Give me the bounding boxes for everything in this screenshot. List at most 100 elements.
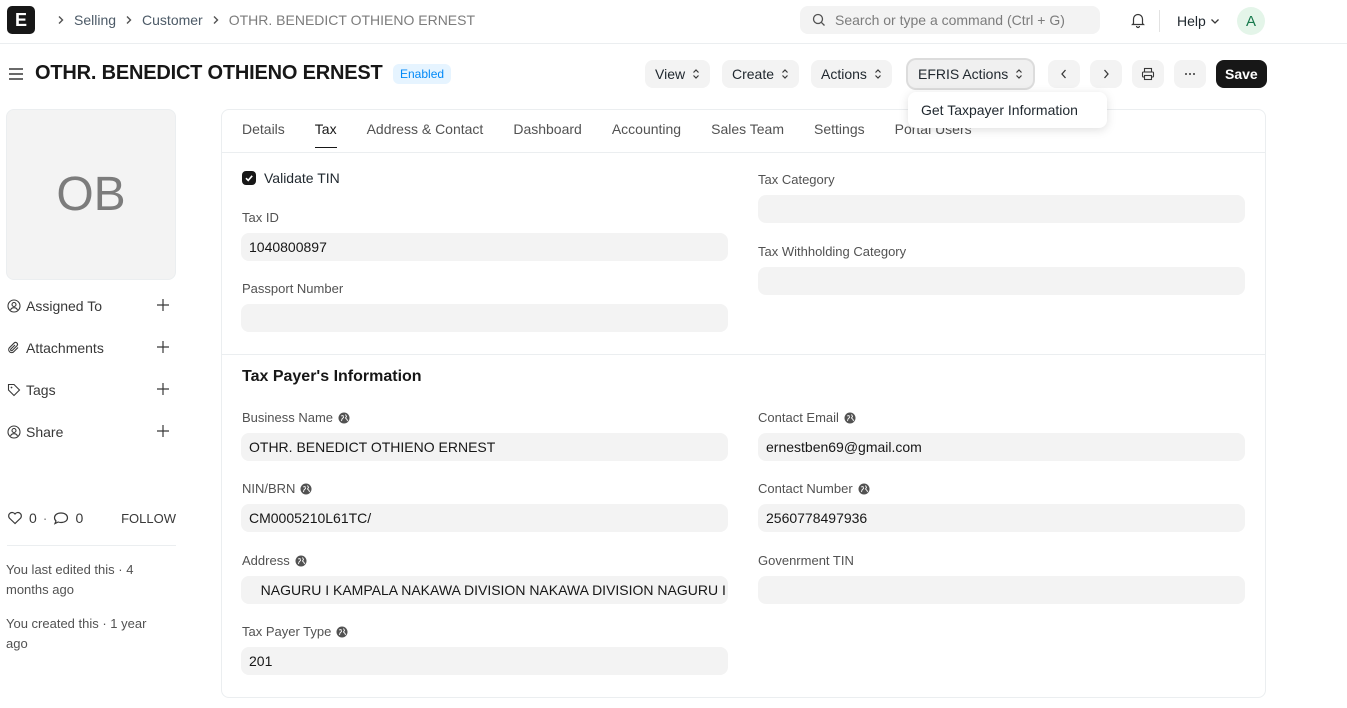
page-title: OTHR. BENEDICT OTHIENO ERNEST xyxy=(35,62,383,84)
separator-dot: · xyxy=(42,510,48,526)
plus-icon[interactable] xyxy=(156,340,170,354)
breadcrumb-current[interactable]: OTHR. BENEDICT OTHIENO ERNEST xyxy=(229,12,475,28)
business-name-field[interactable]: OTHR. BENEDICT OTHIENO ERNEST xyxy=(241,433,728,461)
business-name-label: Business Name xyxy=(242,410,350,425)
sidebar-item-label: Share xyxy=(26,424,64,440)
plus-icon[interactable] xyxy=(156,382,170,396)
chevron-right-icon xyxy=(124,15,134,25)
view-button[interactable]: View xyxy=(645,60,711,88)
sidebar-item-share[interactable]: Share xyxy=(7,422,176,442)
create-label: Create xyxy=(732,66,775,82)
government-tin-field[interactable] xyxy=(758,576,1245,604)
contact-number-label-text: Contact Number xyxy=(758,481,853,496)
check-icon xyxy=(245,175,253,182)
chevron-right-icon xyxy=(56,15,66,25)
view-label: View xyxy=(655,66,686,82)
actions-button[interactable]: Actions xyxy=(811,60,892,88)
tab-accounting[interactable]: Accounting xyxy=(612,121,681,147)
tab-dashboard[interactable]: Dashboard xyxy=(513,121,582,147)
form-tabs: Details Tax Address & Contact Dashboard … xyxy=(242,121,1002,148)
sidebar-item-label: Assigned To xyxy=(26,298,103,314)
contact-email-field[interactable]: ernestben69@gmail.com xyxy=(758,433,1245,461)
contact-number-field[interactable]: 2560778497936 xyxy=(758,504,1245,532)
menu-icon[interactable] xyxy=(8,66,24,85)
tag-icon xyxy=(7,383,21,397)
divider xyxy=(222,354,1265,355)
validate-tin-checkbox[interactable] xyxy=(242,171,256,185)
tax-payer-type-field[interactable]: 201 xyxy=(241,647,728,675)
sidebar-item-label: Tags xyxy=(26,382,56,398)
globe-icon xyxy=(295,555,307,566)
create-button[interactable]: Create xyxy=(722,60,800,88)
app-logo[interactable]: E xyxy=(7,6,35,34)
created-note: You created this · 1 year ago xyxy=(6,616,147,651)
like-count: 0 xyxy=(29,510,37,526)
globe-icon xyxy=(844,412,856,423)
heart-icon[interactable] xyxy=(7,511,23,525)
breadcrumb: Selling Customer OTHR. BENEDICT OTHIENO … xyxy=(48,12,475,28)
print-button[interactable] xyxy=(1132,60,1164,88)
globe-icon xyxy=(338,412,350,423)
passport-number-field[interactable] xyxy=(241,304,728,332)
nin-brn-label: NIN/BRN xyxy=(242,481,312,496)
previous-button[interactable] xyxy=(1048,60,1080,88)
tab-address-contact[interactable]: Address & Contact xyxy=(367,121,484,147)
help-label: Help xyxy=(1177,13,1206,29)
plus-icon[interactable] xyxy=(156,424,170,438)
address-label-text: Address xyxy=(242,553,290,568)
tab-settings[interactable]: Settings xyxy=(814,121,865,147)
select-icon xyxy=(1016,69,1023,79)
select-icon xyxy=(693,69,700,79)
bell-icon[interactable] xyxy=(1129,11,1147,32)
contact-email-label-text: Contact Email xyxy=(758,410,839,425)
more-horizontal-icon xyxy=(1185,73,1195,75)
tax-withholding-category-label: Tax Withholding Category xyxy=(758,244,907,259)
sidebar-item-attachments[interactable]: Attachments xyxy=(7,338,176,358)
sidebar-item-tags[interactable]: Tags xyxy=(7,380,176,400)
chevron-right-icon xyxy=(1104,69,1109,79)
address-field[interactable]: NAGURU I KAMPALA NAKAWA DIVISION NAKAWA … xyxy=(241,576,728,604)
save-button[interactable]: Save xyxy=(1216,60,1267,88)
actions-label: Actions xyxy=(821,66,867,82)
help-menu[interactable]: Help xyxy=(1177,13,1220,29)
user-avatar[interactable]: A xyxy=(1237,7,1265,35)
next-button[interactable] xyxy=(1090,60,1122,88)
tab-details[interactable]: Details xyxy=(242,121,285,147)
last-edited-note: You last edited this · 4 months ago xyxy=(6,562,134,597)
tax-category-field[interactable] xyxy=(758,195,1245,223)
tax-id-field[interactable]: 1040800897 xyxy=(241,233,728,261)
breadcrumb-customer[interactable]: Customer xyxy=(142,12,203,28)
plus-icon[interactable] xyxy=(156,298,170,312)
tax-payer-type-label: Tax Payer Type xyxy=(242,624,348,639)
tax-payer-type-label-text: Tax Payer Type xyxy=(242,624,332,639)
globe-icon xyxy=(300,483,312,494)
sidebar-item-label: Attachments xyxy=(26,340,104,356)
tax-withholding-category-field[interactable] xyxy=(758,267,1245,295)
select-icon xyxy=(874,69,881,79)
business-name-label-text: Business Name xyxy=(242,410,334,425)
divider xyxy=(222,152,1265,153)
government-tin-label: Govenrment TIN xyxy=(758,553,854,568)
validate-tin-label: Validate TIN xyxy=(264,170,340,186)
efris-actions-label: EFRIS Actions xyxy=(918,66,1009,82)
sidebar-item-assigned-to[interactable]: Assigned To xyxy=(7,296,176,316)
efris-actions-button[interactable]: EFRIS Actions xyxy=(908,60,1034,88)
tab-sales-team[interactable]: Sales Team xyxy=(711,121,784,147)
share-user-icon xyxy=(7,425,21,439)
follow-button[interactable]: FOLLOW xyxy=(121,511,176,526)
get-taxpayer-info-item[interactable]: Get Taxpayer Information xyxy=(921,102,1078,118)
status-badge: Enabled xyxy=(393,64,452,84)
tab-tax[interactable]: Tax xyxy=(314,121,337,148)
select-icon xyxy=(782,69,788,79)
address-label: Address xyxy=(242,553,307,568)
record-avatar[interactable]: OB xyxy=(6,109,176,280)
nin-brn-field[interactable]: CM0005210L61TC/ xyxy=(241,504,728,532)
globe-icon xyxy=(858,483,870,494)
search-input[interactable]: Search or type a command (Ctrl + G) xyxy=(800,6,1100,34)
paperclip-icon xyxy=(8,341,19,354)
tax-category-label: Tax Category xyxy=(758,172,835,187)
comment-icon[interactable] xyxy=(53,511,69,525)
section-title: Tax Payer's Information xyxy=(242,368,422,385)
breadcrumb-selling[interactable]: Selling xyxy=(74,12,116,28)
more-button[interactable] xyxy=(1174,60,1206,88)
